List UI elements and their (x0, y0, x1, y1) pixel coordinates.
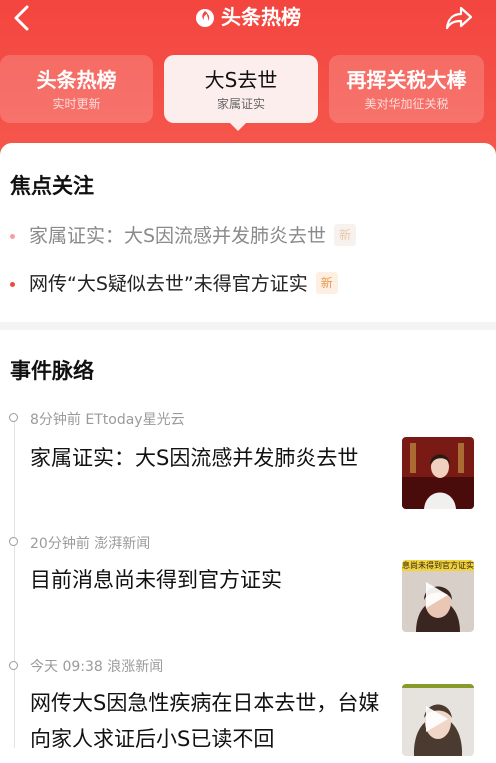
timeline-node (9, 537, 18, 546)
focus-item[interactable]: 网传“大S疑似去世”未得官方证实新 (10, 270, 338, 298)
new-badge: 新 (315, 272, 338, 294)
focus-item[interactable]: 家属证实：大S因流感并发肺炎去世新 (10, 222, 357, 250)
timeline-line (14, 418, 15, 748)
tab-title: 再挥关税大棒 (346, 68, 467, 92)
photo-image-icon (402, 437, 474, 509)
focus-item-text: 网传“大S疑似去世”未得官方证实 (29, 273, 308, 295)
topic-tabs: 头条热榜 实时更新 大S去世 家属证实 再挥关税大棒 美对华加征关税 (0, 55, 496, 127)
event-video-thumbnail[interactable]: 息尚未得到官方证实 (402, 560, 474, 632)
brand-title-text: 头条热榜 (221, 5, 301, 29)
play-icon (426, 582, 448, 608)
focus-section-title: 焦点关注 (10, 174, 94, 198)
flame-icon (196, 9, 214, 27)
event-headline[interactable]: 目前消息尚未得到官方证实 (30, 562, 380, 598)
bullet-dot (10, 282, 15, 287)
brand-title: 头条热榜 (0, 4, 496, 30)
timeline-section-title: 事件脉络 (10, 359, 94, 383)
tab-big-s[interactable]: 大S去世 家属证实 (164, 55, 318, 123)
tab-tariff[interactable]: 再挥关税大棒 美对华加征关税 (329, 55, 484, 123)
event-source: ETtoday星光云 (85, 412, 185, 428)
event-source: 澎湃新闻 (94, 536, 151, 552)
new-badge: 新 (334, 224, 357, 246)
tab-title: 大S去世 (204, 68, 278, 92)
event-meta: 8分钟前 ETtoday星光云 (30, 409, 185, 429)
section-divider (0, 322, 496, 330)
timeline-node (9, 661, 18, 670)
tab-title: 头条热榜 (36, 68, 117, 92)
event-time: 今天 09:38 (30, 659, 103, 675)
play-icon (426, 706, 448, 732)
event-meta: 20分钟前 澎湃新闻 (30, 533, 150, 553)
share-button[interactable] (444, 4, 474, 32)
event-source: 浪涨新闻 (107, 659, 164, 675)
tab-subtitle: 美对华加征关税 (364, 97, 449, 111)
thumb-caption: 息尚未得到官方证实 (402, 561, 474, 570)
event-headline[interactable]: 家属证实：大S因流感并发肺炎去世 (30, 440, 380, 476)
event-meta: 今天 09:38 浪涨新闻 (30, 656, 163, 676)
event-thumbnail[interactable] (402, 437, 474, 509)
event-headline[interactable]: 网传大S因急性疾病在日本去世，台媒向家人求证后小S已读不回 (30, 685, 380, 757)
active-tab-pointer (229, 122, 247, 131)
timeline-node (9, 413, 18, 422)
event-time: 20分钟前 (30, 536, 90, 552)
event-video-thumbnail[interactable] (402, 684, 474, 756)
nav-row: 头条热榜 (0, 0, 496, 38)
share-icon (445, 6, 473, 30)
focus-item-text: 家属证实：大S因流感并发肺炎去世 (29, 225, 327, 247)
bullet-dot (10, 234, 15, 239)
tab-subtitle: 家属证实 (216, 97, 265, 111)
tab-subtitle: 实时更新 (52, 97, 101, 111)
event-time: 8分钟前 (30, 412, 81, 428)
tab-hot-list[interactable]: 头条热榜 实时更新 (0, 55, 153, 123)
